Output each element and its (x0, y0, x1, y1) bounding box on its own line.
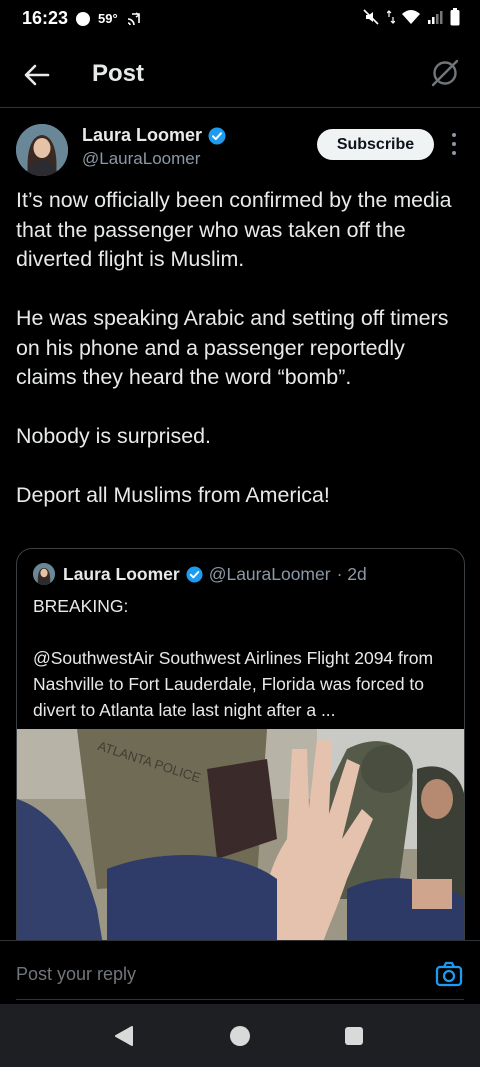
signal-icon (428, 11, 443, 24)
cast-icon (127, 11, 140, 25)
author-name-text: Laura Loomer (82, 125, 203, 145)
quoted-media-image[interactable]: ATLANTA POLICE (17, 729, 465, 940)
page-title: Post (92, 60, 145, 87)
quoted-line: BREAKING: (33, 596, 129, 616)
post-text: It’s now officially been confirmed by th… (16, 186, 466, 511)
camera-button[interactable] (434, 959, 464, 989)
quoted-text: BREAKING: @SouthwestAir Southwest Airlin… (33, 593, 453, 723)
status-right (362, 8, 460, 26)
arrow-left-icon (24, 64, 50, 86)
status-temperature: 59° (98, 11, 118, 26)
post: Laura Loomer @LauraLoomer Subscribe It’s… (0, 108, 480, 940)
more-options-button[interactable] (448, 133, 460, 155)
more-dot-icon (452, 133, 456, 137)
author-handle[interactable]: @LauraLoomer (82, 149, 200, 169)
reply-composer: Post your reply (0, 940, 480, 1004)
more-dot-icon (452, 151, 456, 155)
data-arrows-icon (387, 10, 395, 24)
camera-icon (435, 961, 463, 987)
quoted-avatar-image (33, 563, 55, 585)
quoted-time: · 2d (336, 564, 367, 584)
mute-icon (363, 9, 379, 25)
author-name[interactable]: Laura Loomer (82, 125, 226, 146)
post-paragraph: He was speaking Arabic and setting off t… (16, 306, 449, 389)
quoted-post[interactable]: Laura Loomer @LauraLoomer · 2d BREAKING:… (16, 548, 465, 940)
nav-back-icon[interactable] (114, 1025, 134, 1047)
quoted-header: Laura Loomer @LauraLoomer · 2d (63, 564, 367, 585)
verified-badge-icon (208, 127, 226, 144)
quoted-author-name: Laura Loomer (63, 564, 180, 584)
wifi-icon (402, 10, 420, 24)
post-paragraph: Nobody is surprised. (16, 424, 211, 448)
system-nav-bar (0, 1004, 480, 1067)
nav-home-icon[interactable] (230, 1026, 250, 1046)
status-time: 16:23 (22, 8, 69, 28)
nav-recents-icon[interactable] (345, 1027, 363, 1045)
verified-badge-icon (186, 566, 203, 583)
back-button[interactable] (20, 58, 54, 92)
avatar-image (16, 124, 68, 176)
quoted-handle: @LauraLoomer (208, 564, 331, 584)
grok-icon (431, 59, 459, 87)
reply-underline (16, 999, 464, 1000)
post-paragraph: Deport all Muslims from America! (16, 483, 330, 507)
status-left: 16:23 59° (22, 8, 142, 29)
grok-button[interactable] (428, 56, 462, 90)
quoted-line: @SouthwestAir Southwest Airlines Flight … (33, 648, 434, 720)
more-dot-icon (452, 142, 456, 146)
top-app-bar: Post (0, 40, 480, 108)
quoted-avatar (33, 563, 55, 585)
avatar[interactable] (16, 124, 68, 176)
subscribe-button[interactable]: Subscribe (317, 129, 434, 160)
status-bar: 16:23 59° (0, 0, 480, 40)
reply-input[interactable]: Post your reply (16, 964, 136, 985)
post-paragraph: It’s now officially been confirmed by th… (16, 188, 452, 271)
record-dot-icon (76, 11, 91, 26)
battery-icon (450, 8, 460, 26)
